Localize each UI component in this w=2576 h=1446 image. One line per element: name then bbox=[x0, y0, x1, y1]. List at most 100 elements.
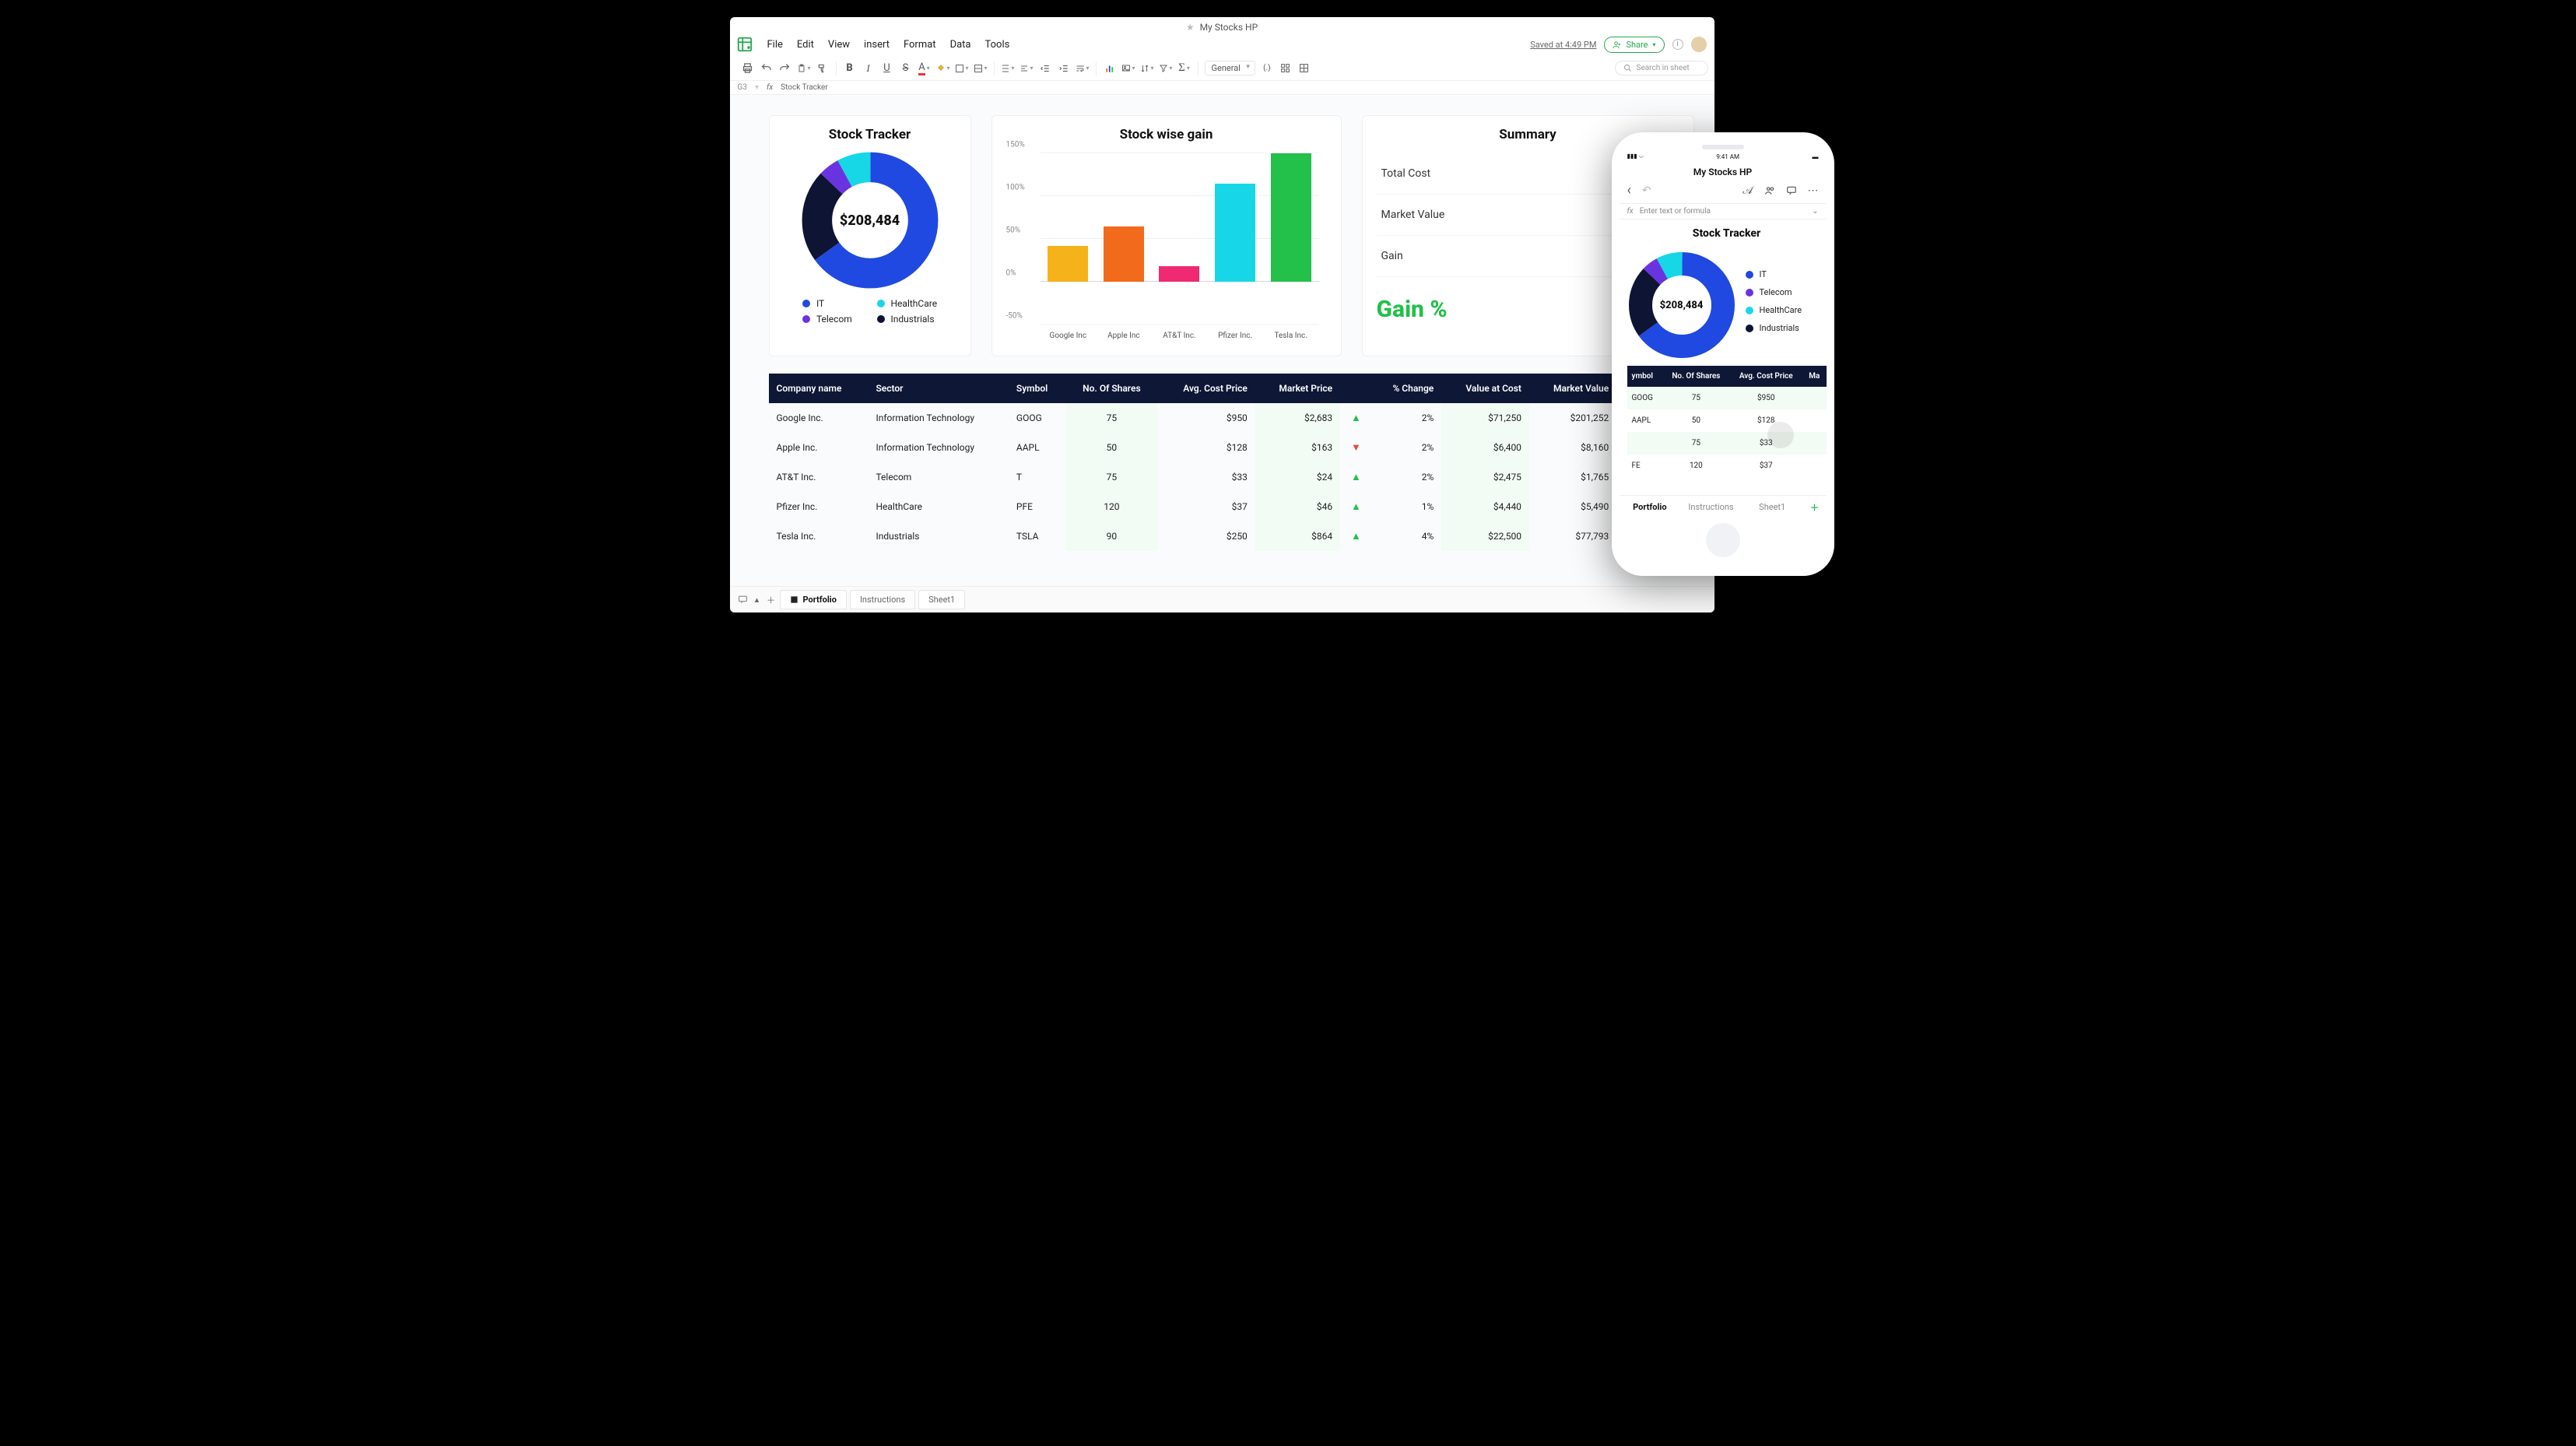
insert-chart-icon[interactable] bbox=[1103, 61, 1117, 75]
undo-icon[interactable] bbox=[760, 61, 774, 75]
clipboard-icon[interactable]: ▾ bbox=[797, 61, 811, 75]
strike-icon[interactable]: S bbox=[899, 61, 913, 75]
user-avatar[interactable] bbox=[1691, 37, 1707, 52]
italic-icon[interactable]: I bbox=[862, 61, 876, 75]
grid-a-icon[interactable] bbox=[1279, 61, 1293, 75]
donut-chart: $208,484 bbox=[800, 150, 940, 290]
bar-title: Stock wise gain bbox=[1006, 127, 1327, 142]
sheet-tab-sheet1[interactable]: Sheet1 bbox=[918, 590, 965, 609]
table-row[interactable]: AT&T Inc.TelecomT75$33$24▲2%$2,475$1,765… bbox=[769, 462, 1694, 492]
chevron-down-icon[interactable]: ⌄ bbox=[1812, 207, 1818, 216]
sheets-up-icon[interactable]: ▴ bbox=[752, 595, 763, 605]
search-icon bbox=[1623, 64, 1632, 72]
phone-time: 9:41 AM bbox=[1716, 153, 1739, 160]
title-bar: ★ My Stocks HP bbox=[730, 17, 1714, 34]
bold-icon[interactable]: B bbox=[843, 61, 857, 75]
search-input[interactable]: Search in sheet bbox=[1615, 61, 1708, 75]
phone-canvas: Stock Tracker $208,484 IT Telecom Health… bbox=[1620, 219, 1827, 495]
table-row[interactable]: Google Inc.Information TechnologyGOOG75$… bbox=[769, 403, 1694, 433]
menu-view[interactable]: View bbox=[828, 39, 850, 51]
arrow-up-icon: ▲ bbox=[1351, 531, 1361, 542]
grid-icon bbox=[790, 595, 798, 604]
underline-icon[interactable]: U bbox=[880, 61, 894, 75]
fill-color-icon[interactable]: ▾ bbox=[936, 61, 950, 75]
menu-file[interactable]: File bbox=[767, 39, 783, 51]
sort-icon[interactable]: ▾ bbox=[1140, 61, 1154, 75]
format-painter-icon[interactable] bbox=[816, 61, 830, 75]
menu-data[interactable]: Data bbox=[950, 39, 971, 51]
table-row[interactable]: Apple Inc.Information TechnologyAAPL50$1… bbox=[769, 433, 1694, 462]
insert-image-icon[interactable]: ▾ bbox=[1121, 61, 1135, 75]
decimal-inc-icon[interactable]: (.) bbox=[1260, 61, 1274, 75]
phone-formula-bar[interactable]: fx Enter text or formula ⌄ bbox=[1620, 203, 1827, 219]
menu-tools[interactable]: Tools bbox=[985, 39, 1010, 51]
info-icon[interactable]: i bbox=[1672, 39, 1683, 50]
spreadsheet-window: ★ My Stocks HP File Edit View insert For… bbox=[730, 17, 1714, 612]
phone-tab-portfolio[interactable]: Portfolio bbox=[1620, 496, 1681, 518]
legend-item: Telecom bbox=[802, 314, 863, 325]
table-row[interactable]: Pfizer Inc.HealthCarePFE120$37$46▲1%$4,4… bbox=[769, 492, 1694, 521]
merge-icon[interactable]: ▾ bbox=[974, 61, 988, 75]
phone-table-row[interactable]: FE120$37 bbox=[1627, 455, 1827, 477]
share-button[interactable]: Share ▾ bbox=[1604, 37, 1664, 53]
wrap-icon[interactable]: ▾ bbox=[1076, 61, 1090, 75]
indent-decrease-icon[interactable] bbox=[1038, 61, 1052, 75]
sheet-tabs: ▴ ＋ Portfolio Instructions Sheet1 bbox=[730, 586, 1714, 612]
phone-table-row[interactable]: 75$33 bbox=[1627, 432, 1827, 455]
phone-add-sheet[interactable]: ＋ bbox=[1803, 501, 1827, 514]
donut-center-value: $208,484 bbox=[800, 150, 940, 290]
halign-icon[interactable]: ▾ bbox=[1020, 61, 1034, 75]
fx-icon: fx bbox=[767, 83, 773, 92]
phone-home-button[interactable] bbox=[1706, 523, 1740, 557]
fx-icon: fx bbox=[1627, 207, 1634, 216]
bar-chart: -50% 0% 50% 100% 150% Google IncApple In… bbox=[1041, 153, 1319, 325]
phone-table-row[interactable]: GOOG75$950 bbox=[1627, 387, 1827, 409]
back-icon[interactable]: ‹ bbox=[1627, 182, 1631, 198]
formula-bar: G3 ▾ fx Stock Tracker bbox=[730, 81, 1714, 95]
donut-card: Stock Tracker $208,484 I bbox=[769, 115, 971, 356]
sum-icon[interactable]: Σ▾ bbox=[1177, 61, 1191, 75]
filter-icon[interactable]: ▾ bbox=[1159, 61, 1173, 75]
phone-table-row[interactable]: AAPL50$128 bbox=[1627, 409, 1827, 432]
phone-mockup: ▮▮▮ ⌵ 9:41 AM ▬ My Stocks HP ‹ ↶ 𝒜 ⋯ fx … bbox=[1612, 132, 1834, 576]
borders-icon[interactable]: ▾ bbox=[955, 61, 969, 75]
phone-donut-value: $208,484 bbox=[1627, 251, 1736, 360]
phone-chart-title: Stock Tracker bbox=[1627, 227, 1827, 240]
formula-value[interactable]: Stock Tracker bbox=[781, 83, 828, 92]
cell-reference[interactable]: G3 bbox=[738, 83, 747, 92]
phone-tab-instructions[interactable]: Instructions bbox=[1680, 496, 1742, 518]
menu-format[interactable]: Format bbox=[904, 39, 936, 51]
search-placeholder: Search in sheet bbox=[1637, 64, 1690, 72]
donut-title: Stock Tracker bbox=[784, 127, 956, 142]
number-format-select[interactable]: General bbox=[1205, 61, 1255, 75]
redo-icon[interactable] bbox=[778, 61, 792, 75]
menu-insert[interactable]: insert bbox=[864, 39, 890, 51]
sheet-tab-portfolio[interactable]: Portfolio bbox=[780, 590, 847, 609]
table-row[interactable]: Tesla Inc.IndustrialsTSLA90$250$864▲4%$2… bbox=[769, 521, 1694, 551]
collab-icon[interactable] bbox=[1764, 185, 1775, 196]
legend-item: Industrials bbox=[877, 314, 938, 325]
undo-icon[interactable]: ↶ bbox=[1642, 184, 1651, 197]
toolbar: ▾ B I U S A▾ ▾ ▾ ▾ ▾ ▾ ▾ ▾ ▾ ▾ Σ▾ Genera… bbox=[730, 58, 1714, 81]
more-icon[interactable]: ⋯ bbox=[1808, 184, 1819, 197]
arrow-down-icon: ▼ bbox=[1351, 442, 1361, 454]
comment-sheets-icon[interactable] bbox=[738, 595, 749, 605]
star-icon[interactable]: ★ bbox=[1186, 22, 1195, 33]
indent-increase-icon[interactable] bbox=[1057, 61, 1071, 75]
document-title: My Stocks HP bbox=[1200, 22, 1258, 33]
phone-legend: IT Telecom HealthCare Industrials bbox=[1746, 269, 1802, 333]
sheet-tab-instructions[interactable]: Instructions bbox=[850, 590, 915, 609]
print-icon[interactable] bbox=[741, 61, 755, 75]
phone-toolbar: ‹ ↶ 𝒜 ⋯ bbox=[1620, 179, 1827, 203]
menu-edit[interactable]: Edit bbox=[797, 39, 814, 51]
chat-icon[interactable] bbox=[1786, 185, 1797, 196]
valign-icon[interactable]: ▾ bbox=[1001, 61, 1015, 75]
bar-card: Stock wise gain -50% 0% 50% 100% 150% G bbox=[991, 115, 1342, 356]
draw-icon[interactable]: 𝒜 bbox=[1742, 184, 1753, 197]
sheet-canvas: Stock Tracker $208,484 I bbox=[730, 95, 1714, 586]
add-sheet-icon[interactable]: ＋ bbox=[766, 595, 777, 605]
phone-tab-sheet1[interactable]: Sheet1 bbox=[1742, 496, 1803, 518]
font-color-icon[interactable]: A▾ bbox=[918, 61, 932, 75]
grid-b-icon[interactable] bbox=[1297, 61, 1311, 75]
arrow-up-icon: ▲ bbox=[1351, 501, 1361, 513]
